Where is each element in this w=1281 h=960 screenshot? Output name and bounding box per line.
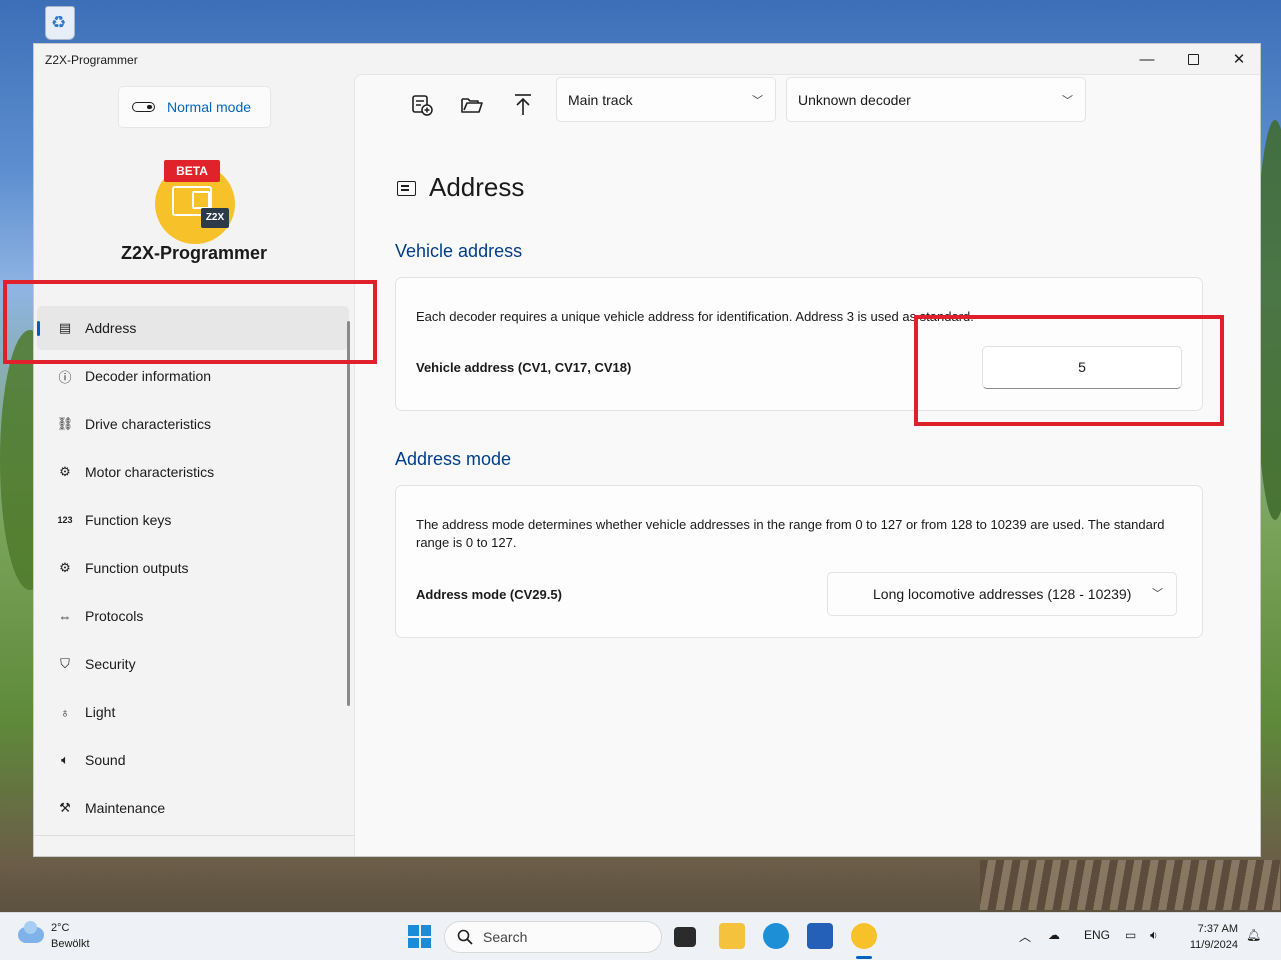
search-icon <box>457 929 473 945</box>
new-file-icon <box>412 95 433 116</box>
upload-arrow-icon <box>515 94 531 115</box>
recycle-bin-icon[interactable] <box>40 6 80 42</box>
task-view-icon[interactable] <box>674 927 696 947</box>
weather-condition: Bewölkt <box>51 938 90 950</box>
nav-item-label: Function outputs <box>85 560 189 576</box>
address-card-icon <box>397 181 416 196</box>
sidebar-divider <box>34 835 354 836</box>
title-bar: Z2X-Programmer — ✕ <box>34 44 1260 74</box>
highlight-box-address-input <box>914 315 1224 426</box>
nav-item-label: Function keys <box>85 512 172 528</box>
vehicle-address-label: Vehicle address (CV1, CV17, CV18) <box>416 360 632 375</box>
z2x-programmer-taskbar-icon[interactable] <box>851 923 877 949</box>
network-icon[interactable]: ▭ <box>1125 928 1136 942</box>
tools-icon: ⚒ <box>59 800 71 815</box>
main-content: Main track ﹀ Unknown decoder ﹀ Address V… <box>354 74 1260 856</box>
decoder-select-value: Unknown decoder <box>798 91 911 108</box>
nav-item-drive-characteristics[interactable]: ⛓ Drive characteristics <box>37 402 349 446</box>
address-mode-value: Long locomotive addresses (128 - 10239) <box>873 586 1132 602</box>
toggle-icon <box>132 102 155 112</box>
function-keys-icon: 123 <box>57 515 73 525</box>
nav-item-label: Maintenance <box>85 800 166 816</box>
nav-item-label: Sound <box>85 752 126 768</box>
decoder-select[interactable]: Unknown decoder ﹀ <box>786 77 1086 122</box>
search-placeholder: Search <box>483 929 528 945</box>
nav-item-label: Decoder information <box>85 368 212 384</box>
app-window: Normal mode BETA Z2X Z2X-Programmer ▤ Ad… <box>33 43 1261 857</box>
lightbulb-icon: ♁ <box>60 704 70 720</box>
chevron-down-icon: ﹀ <box>1062 95 1073 107</box>
open-folder-button[interactable] <box>454 87 490 123</box>
sidebar-scrollbar[interactable] <box>347 321 350 706</box>
language-indicator[interactable]: ENG <box>1084 928 1110 942</box>
active-app-indicator <box>856 956 872 959</box>
protocols-icon: ⇔ <box>58 608 72 624</box>
navigation-menu: ▤ Address ⓘ Decoder information ⛓ Drive … <box>37 306 349 834</box>
nav-item-light[interactable]: ♁ Light <box>37 690 349 734</box>
chevron-up-icon[interactable]: ︿ <box>1019 928 1031 945</box>
info-icon: ⓘ <box>58 369 72 385</box>
nav-item-security[interactable]: ⛉ Security <box>37 642 349 686</box>
speaker-icon: 🔈︎ <box>61 752 69 767</box>
highlight-box-address-nav <box>3 280 377 364</box>
address-mode-card: The address mode determines whether vehi… <box>395 485 1203 638</box>
nav-item-label: Motor characteristics <box>85 464 215 480</box>
function-outputs-icon: ⚙ <box>59 560 71 575</box>
file-explorer-icon[interactable] <box>719 923 745 949</box>
chevron-down-icon: ﹀ <box>752 95 763 107</box>
volume-icon[interactable]: 🔉︎ <box>1150 928 1158 943</box>
maximize-button[interactable] <box>1170 44 1216 74</box>
chevron-down-icon: ﹀ <box>1152 588 1163 600</box>
address-mode-label: Address mode (CV29.5) <box>416 587 562 602</box>
cloud-icon[interactable] <box>18 921 44 943</box>
nav-item-label: Drive characteristics <box>85 416 212 432</box>
weather-temperature: 2°C <box>51 922 70 934</box>
address-mode-select[interactable]: Long locomotive addresses (128 - 10239) … <box>827 572 1177 616</box>
folder-open-icon <box>461 98 483 113</box>
app-logo: BETA Z2X <box>153 158 237 244</box>
mode-label: Normal mode <box>167 99 252 115</box>
beta-badge: BETA <box>164 160 220 182</box>
track-select[interactable]: Main track ﹀ <box>556 77 776 122</box>
track-select-value: Main track <box>568 91 633 108</box>
nav-item-sound[interactable]: 🔈︎ Sound <box>37 738 349 782</box>
nav-item-protocols[interactable]: ⇔ Protocols <box>37 594 349 638</box>
nav-item-label: Light <box>85 704 116 720</box>
window-title: Z2X-Programmer <box>45 53 138 67</box>
app-name: Z2X-Programmer <box>120 243 268 263</box>
notification-bell-icon[interactable]: 🔔︎ <box>1246 928 1261 942</box>
nav-item-function-keys[interactable]: 123 Function keys <box>37 498 349 542</box>
normal-mode-button[interactable]: Normal mode <box>118 86 271 128</box>
nav-item-function-outputs[interactable]: ⚙ Function outputs <box>37 546 349 590</box>
maximize-icon <box>1187 53 1199 65</box>
upload-button[interactable] <box>505 87 541 123</box>
sidebar: Normal mode BETA Z2X Z2X-Programmer ▤ Ad… <box>34 44 354 856</box>
minimize-button[interactable]: — <box>1124 44 1170 74</box>
vehicle-address-heading: Vehicle address <box>395 241 523 261</box>
shield-icon: ⛉ <box>60 656 70 671</box>
page-title: Address <box>429 172 525 202</box>
logo-mark: Z2X <box>201 208 229 228</box>
nav-item-label: Protocols <box>85 608 144 624</box>
taskbar: 2°C Bewölkt Search ︿ ☁ ENG ▭ 🔉︎ 7:37 AM … <box>0 912 1281 960</box>
drive-icon: ⛓ <box>56 416 74 431</box>
motor-icon: ⚙ <box>59 464 71 479</box>
cloud-off-icon[interactable]: ☁ <box>1048 928 1060 942</box>
edge-browser-icon[interactable] <box>763 923 789 949</box>
close-button[interactable]: ✕ <box>1216 44 1260 74</box>
nav-item-label: Security <box>85 656 136 672</box>
address-mode-description: The address mode determines whether vehi… <box>416 517 1165 550</box>
nav-item-maintenance[interactable]: ⚒ Maintenance <box>37 786 349 830</box>
store-icon[interactable] <box>807 923 833 949</box>
background-railway <box>980 860 1280 910</box>
clock-time: 7:37 AM <box>1197 923 1238 935</box>
taskbar-search[interactable]: Search <box>444 921 662 953</box>
address-mode-heading: Address mode <box>395 449 512 469</box>
start-button[interactable] <box>408 925 431 948</box>
clock-date: 11/9/2024 <box>1189 939 1238 951</box>
new-project-button[interactable] <box>404 87 440 123</box>
clock[interactable]: 7:37 AM 11/9/2024 <box>1180 921 1238 953</box>
nav-item-motor-characteristics[interactable]: ⚙ Motor characteristics <box>37 450 349 494</box>
